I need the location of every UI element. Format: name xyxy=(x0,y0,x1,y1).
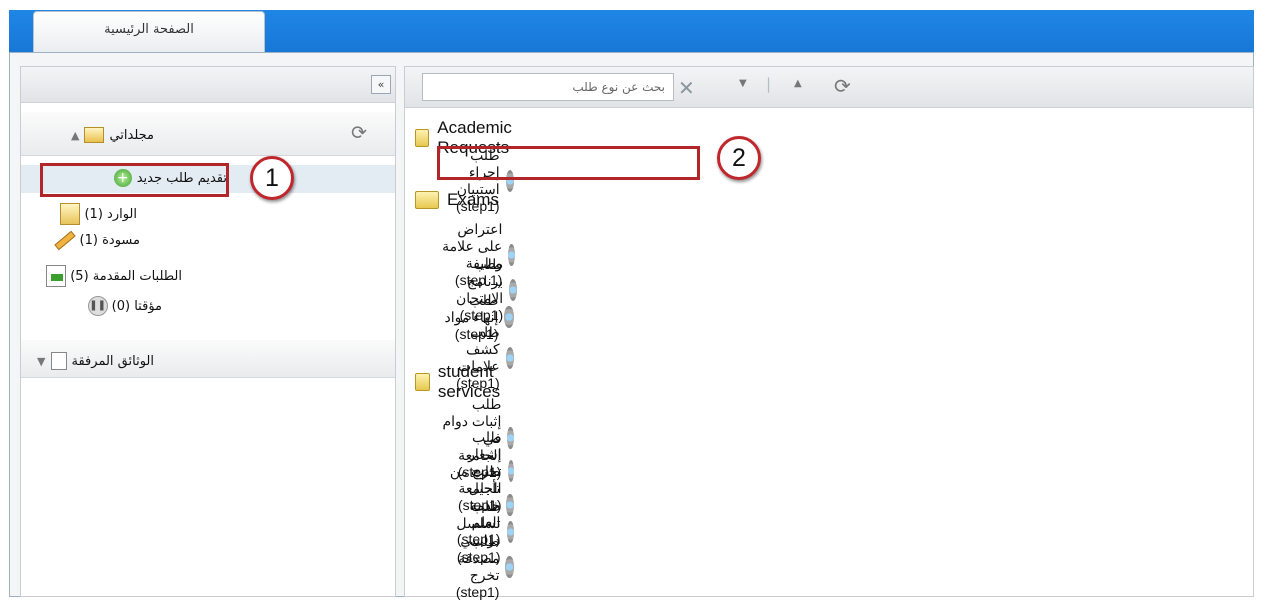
document-icon xyxy=(50,352,67,370)
sidebar-item-submitted[interactable]: الطلبات المقدمة (5) xyxy=(46,265,182,287)
expand-up-icon[interactable]: ▲ xyxy=(71,129,79,142)
attachments-header[interactable]: الوثائق المرفقة ▼ xyxy=(21,340,395,378)
my-folders-header[interactable]: ⟳ مجلداتي ▲ xyxy=(21,112,395,156)
tree-folder-exams[interactable]: Exams xyxy=(415,190,499,210)
inbox-icon xyxy=(60,203,81,225)
attachments-title: الوثائق المرفقة xyxy=(71,353,154,369)
my-folders-title-row: مجلداتي ▲ xyxy=(71,127,154,143)
highlight-box-2 xyxy=(437,146,700,180)
callout-badge-2: 2 xyxy=(717,136,761,180)
folder-icon xyxy=(415,373,430,391)
left-panel: « ⟳ مجلداتي ▲ تقديم طلب جديد + الوارد (1… xyxy=(20,66,396,597)
gear-icon xyxy=(505,555,514,578)
collapse-panel-button[interactable]: « xyxy=(371,75,391,94)
expand-down-icon[interactable]: ▼ xyxy=(37,355,45,368)
sidebar-item-paused[interactable]: مؤقتا (0) ❚❚ xyxy=(87,296,162,316)
tree-item[interactable]: طلب مصدقة تخرج (step1) xyxy=(442,533,514,600)
tab-home[interactable]: الصفحة الرئيسية xyxy=(33,11,265,55)
folder-icon xyxy=(415,129,430,147)
chevron-down-icon[interactable]: ▼ xyxy=(739,78,747,89)
left-panel-header: « xyxy=(21,67,395,103)
clear-search-icon[interactable]: ✕ xyxy=(678,76,695,100)
callout-badge-1: 1 xyxy=(250,156,294,200)
sidebar-item-label: الوارد (1) xyxy=(84,206,137,222)
sidebar-item-label: مؤقتا (0) xyxy=(111,298,162,314)
sidebar-item-inbox[interactable]: الوارد (1) xyxy=(60,203,137,225)
chevron-up-icon[interactable]: ▲ xyxy=(794,78,802,89)
sidebar-item-label: مسودة (1) xyxy=(79,233,140,248)
tree-item-label: طلب مصدقة تخرج (step1) xyxy=(455,533,500,600)
submitted-icon xyxy=(46,265,67,287)
toolbar-separator: | xyxy=(766,75,772,93)
folder-icon xyxy=(415,191,439,209)
sidebar-item-drafts[interactable]: مسودة (1) xyxy=(53,230,140,251)
sidebar-item-label: الطلبات المقدمة (5) xyxy=(70,268,182,284)
top-bar: الصفحة الرئيسية xyxy=(0,0,1261,55)
attachments-title-row: الوثائق المرفقة ▼ xyxy=(37,352,154,370)
highlight-box-1 xyxy=(40,163,229,197)
my-folders-title: مجلداتي xyxy=(109,127,154,143)
refresh-icon[interactable]: ⟳ xyxy=(834,74,851,98)
folder-icon xyxy=(84,127,105,143)
pause-icon: ❚❚ xyxy=(87,296,108,316)
tree-folder-label: Exams xyxy=(447,190,499,209)
refresh-icon[interactable]: ⟳ xyxy=(351,122,367,144)
search-input[interactable]: بحث عن نوع طلب xyxy=(422,73,674,101)
pencil-icon xyxy=(53,230,76,251)
right-panel-toolbar: بحث عن نوع طلب ✕ ▼ | ▲ ⟳ xyxy=(405,67,1253,108)
